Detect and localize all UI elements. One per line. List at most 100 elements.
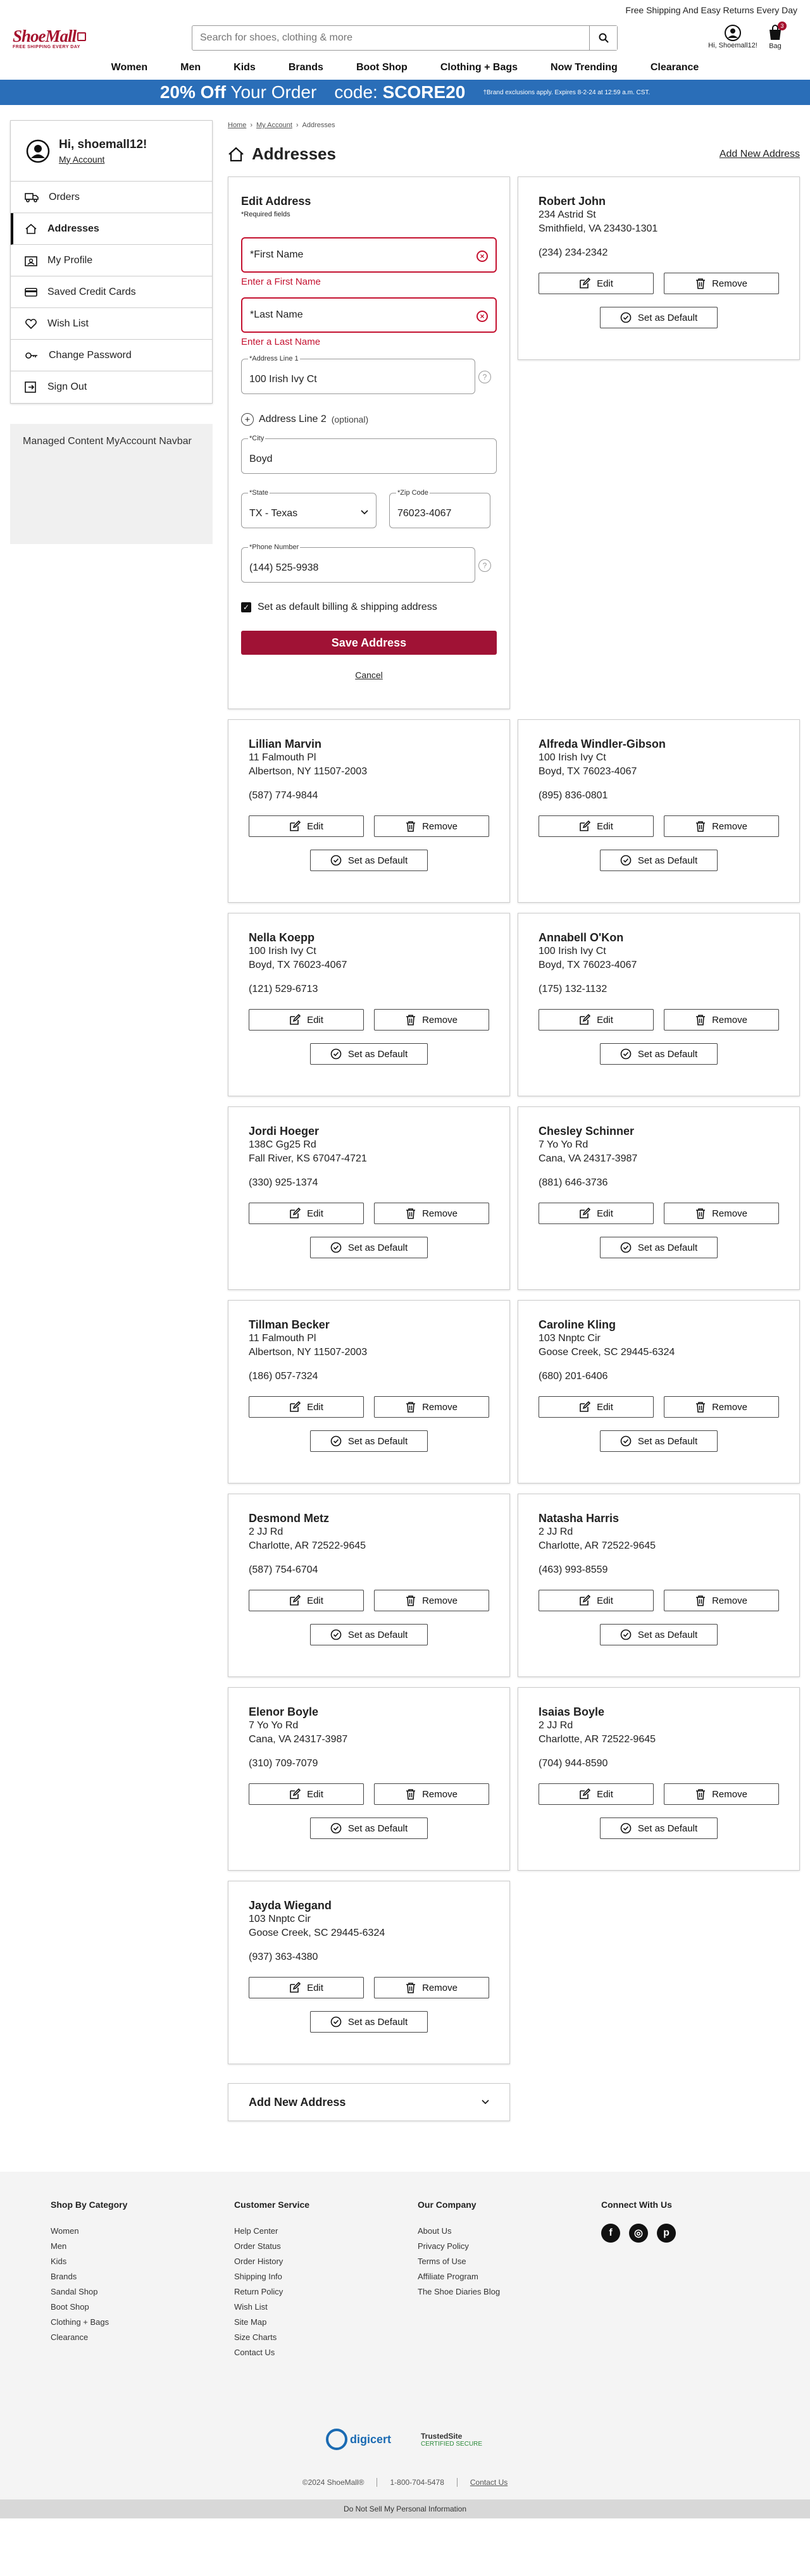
facebook-icon[interactable]: f xyxy=(601,2224,620,2243)
footer-link[interactable]: Clothing + Bags xyxy=(51,2315,234,2330)
add-address-line-2[interactable]: + Address Line 2 (optional) xyxy=(241,413,497,426)
contact-us-link[interactable]: Contact Us xyxy=(470,2478,508,2487)
set-as-default-button[interactable]: Set as Default xyxy=(600,1817,718,1839)
set-as-default-button[interactable]: Set as Default xyxy=(310,1043,428,1065)
my-account-link[interactable]: My Account xyxy=(59,154,147,164)
edit-button[interactable]: Edit xyxy=(249,1783,364,1805)
set-as-default-button[interactable]: Set as Default xyxy=(600,850,718,871)
edit-button[interactable]: Edit xyxy=(539,1009,654,1031)
footer-link[interactable]: Order Status xyxy=(234,2239,418,2254)
footer-link[interactable]: Privacy Policy xyxy=(418,2239,601,2254)
nav-kids[interactable]: Kids xyxy=(217,62,272,73)
sidebar-item-sign-out[interactable]: Sign Out xyxy=(11,371,212,403)
search-input[interactable] xyxy=(192,26,589,50)
remove-button[interactable]: Remove xyxy=(664,273,779,294)
nav-men[interactable]: Men xyxy=(164,62,217,73)
remove-button[interactable]: Remove xyxy=(374,1396,489,1418)
edit-button[interactable]: Edit xyxy=(539,1203,654,1224)
city-field[interactable]: *City Boyd xyxy=(241,435,497,474)
edit-button[interactable]: Edit xyxy=(249,1203,364,1224)
nav-now-trending[interactable]: Now Trending xyxy=(534,62,634,73)
nav-clothing-bags[interactable]: Clothing + Bags xyxy=(424,62,534,73)
trustedsite-badge[interactable]: TrustedSite CERTIFIED SECURE xyxy=(421,2424,484,2455)
account-link[interactable]: Hi, Shoemall12! xyxy=(704,24,761,49)
remove-button[interactable]: Remove xyxy=(374,1977,489,1998)
search-button[interactable] xyxy=(589,26,617,50)
pinterest-icon[interactable]: p xyxy=(657,2224,676,2243)
digicert-badge[interactable]: digicert xyxy=(326,2424,402,2455)
footer-link[interactable]: Contact Us xyxy=(234,2345,418,2360)
edit-button[interactable]: Edit xyxy=(249,1009,364,1031)
footer-link[interactable]: Boot Shop xyxy=(51,2300,234,2315)
edit-button[interactable]: Edit xyxy=(249,1590,364,1611)
instagram-icon[interactable]: ◎ xyxy=(629,2224,648,2243)
logo[interactable]: ShoeMall FREE SHIPPING EVERY DAY xyxy=(13,27,117,49)
help-icon[interactable]: ? xyxy=(478,559,491,572)
phone-number-field[interactable]: *Phone Number (144) 525-9938 ? xyxy=(241,543,491,583)
edit-button[interactable]: Edit xyxy=(539,1783,654,1805)
set-as-default-button[interactable]: Set as Default xyxy=(600,1237,718,1258)
set-as-default-button[interactable]: Set as Default xyxy=(600,1430,718,1452)
add-new-address-accordion[interactable]: Add New Address xyxy=(228,2083,510,2121)
footer-link[interactable]: Shipping Info xyxy=(234,2269,418,2284)
remove-button[interactable]: Remove xyxy=(664,1009,779,1031)
sidebar-item-addresses[interactable]: Addresses xyxy=(11,213,212,245)
footer-link[interactable]: Terms of Use xyxy=(418,2254,601,2269)
footer-link[interactable]: About Us xyxy=(418,2224,601,2239)
nav-clearance[interactable]: Clearance xyxy=(634,62,716,73)
edit-button[interactable]: Edit xyxy=(539,273,654,294)
zip-code-field[interactable]: *Zip Code 76023-4067 xyxy=(389,489,490,528)
remove-button[interactable]: Remove xyxy=(664,1203,779,1224)
last-name-field[interactable]: *Last Name × xyxy=(241,297,497,333)
footer-link[interactable]: Sandal Shop xyxy=(51,2284,234,2300)
footer-link[interactable]: Affiliate Program xyxy=(418,2269,601,2284)
sidebar-item-change-password[interactable]: Change Password xyxy=(11,340,212,371)
set-as-default-button[interactable]: Set as Default xyxy=(310,1430,428,1452)
remove-button[interactable]: Remove xyxy=(664,815,779,837)
edit-button[interactable]: Edit xyxy=(539,1590,654,1611)
set-as-default-button[interactable]: Set as Default xyxy=(600,307,718,328)
nav-brands[interactable]: Brands xyxy=(272,62,340,73)
cancel-link[interactable]: Cancel xyxy=(241,670,497,680)
first-name-field[interactable]: *First Name × xyxy=(241,237,497,273)
breadcrumb-my-account[interactable]: My Account xyxy=(256,121,292,129)
remove-button[interactable]: Remove xyxy=(664,1783,779,1805)
do-not-sell-link[interactable]: Do Not Sell My Personal Information xyxy=(344,2505,466,2513)
set-as-default-button[interactable]: Set as Default xyxy=(600,1624,718,1645)
remove-button[interactable]: Remove xyxy=(374,815,489,837)
set-as-default-button[interactable]: Set as Default xyxy=(310,850,428,871)
save-address-button[interactable]: Save Address xyxy=(241,631,497,655)
remove-button[interactable]: Remove xyxy=(374,1590,489,1611)
edit-button[interactable]: Edit xyxy=(539,1396,654,1418)
edit-button[interactable]: Edit xyxy=(249,1396,364,1418)
default-address-checkbox[interactable]: ✓ Set as default billing & shipping addr… xyxy=(241,602,497,613)
footer-link[interactable]: Site Map xyxy=(234,2315,418,2330)
edit-button[interactable]: Edit xyxy=(249,815,364,837)
remove-button[interactable]: Remove xyxy=(374,1203,489,1224)
set-as-default-button[interactable]: Set as Default xyxy=(310,1624,428,1645)
footer-link[interactable]: Size Charts xyxy=(234,2330,418,2345)
footer-link[interactable]: Wish List xyxy=(234,2300,418,2315)
footer-link[interactable]: Men xyxy=(51,2239,234,2254)
set-as-default-button[interactable]: Set as Default xyxy=(310,1237,428,1258)
footer-link[interactable]: Help Center xyxy=(234,2224,418,2239)
nav-boot-shop[interactable]: Boot Shop xyxy=(340,62,424,73)
add-new-address-link[interactable]: Add New Address xyxy=(720,149,800,160)
remove-button[interactable]: Remove xyxy=(664,1396,779,1418)
edit-button[interactable]: Edit xyxy=(539,815,654,837)
address-line-1-field[interactable]: *Address Line 1 100 Irish Ivy Ct ? xyxy=(241,355,491,394)
sidebar-item-wish-list[interactable]: Wish List xyxy=(11,308,212,340)
set-as-default-button[interactable]: Set as Default xyxy=(310,1817,428,1839)
sidebar-item-saved-credit-cards[interactable]: Saved Credit Cards xyxy=(11,276,212,308)
bag-link[interactable]: 3 Bag xyxy=(763,22,788,50)
edit-button[interactable]: Edit xyxy=(249,1977,364,1998)
footer-link[interactable]: Return Policy xyxy=(234,2284,418,2300)
state-select[interactable]: *State TX - Texas xyxy=(241,489,377,528)
footer-link[interactable]: The Shoe Diaries Blog xyxy=(418,2284,601,2300)
footer-link[interactable]: Women xyxy=(51,2224,234,2239)
promo-banner[interactable]: 20% Off Your Order code: SCORE20 †Brand … xyxy=(0,80,810,105)
nav-women[interactable]: Women xyxy=(95,62,164,73)
footer-link[interactable]: Clearance xyxy=(51,2330,234,2345)
remove-button[interactable]: Remove xyxy=(374,1009,489,1031)
footer-link[interactable]: Order History xyxy=(234,2254,418,2269)
